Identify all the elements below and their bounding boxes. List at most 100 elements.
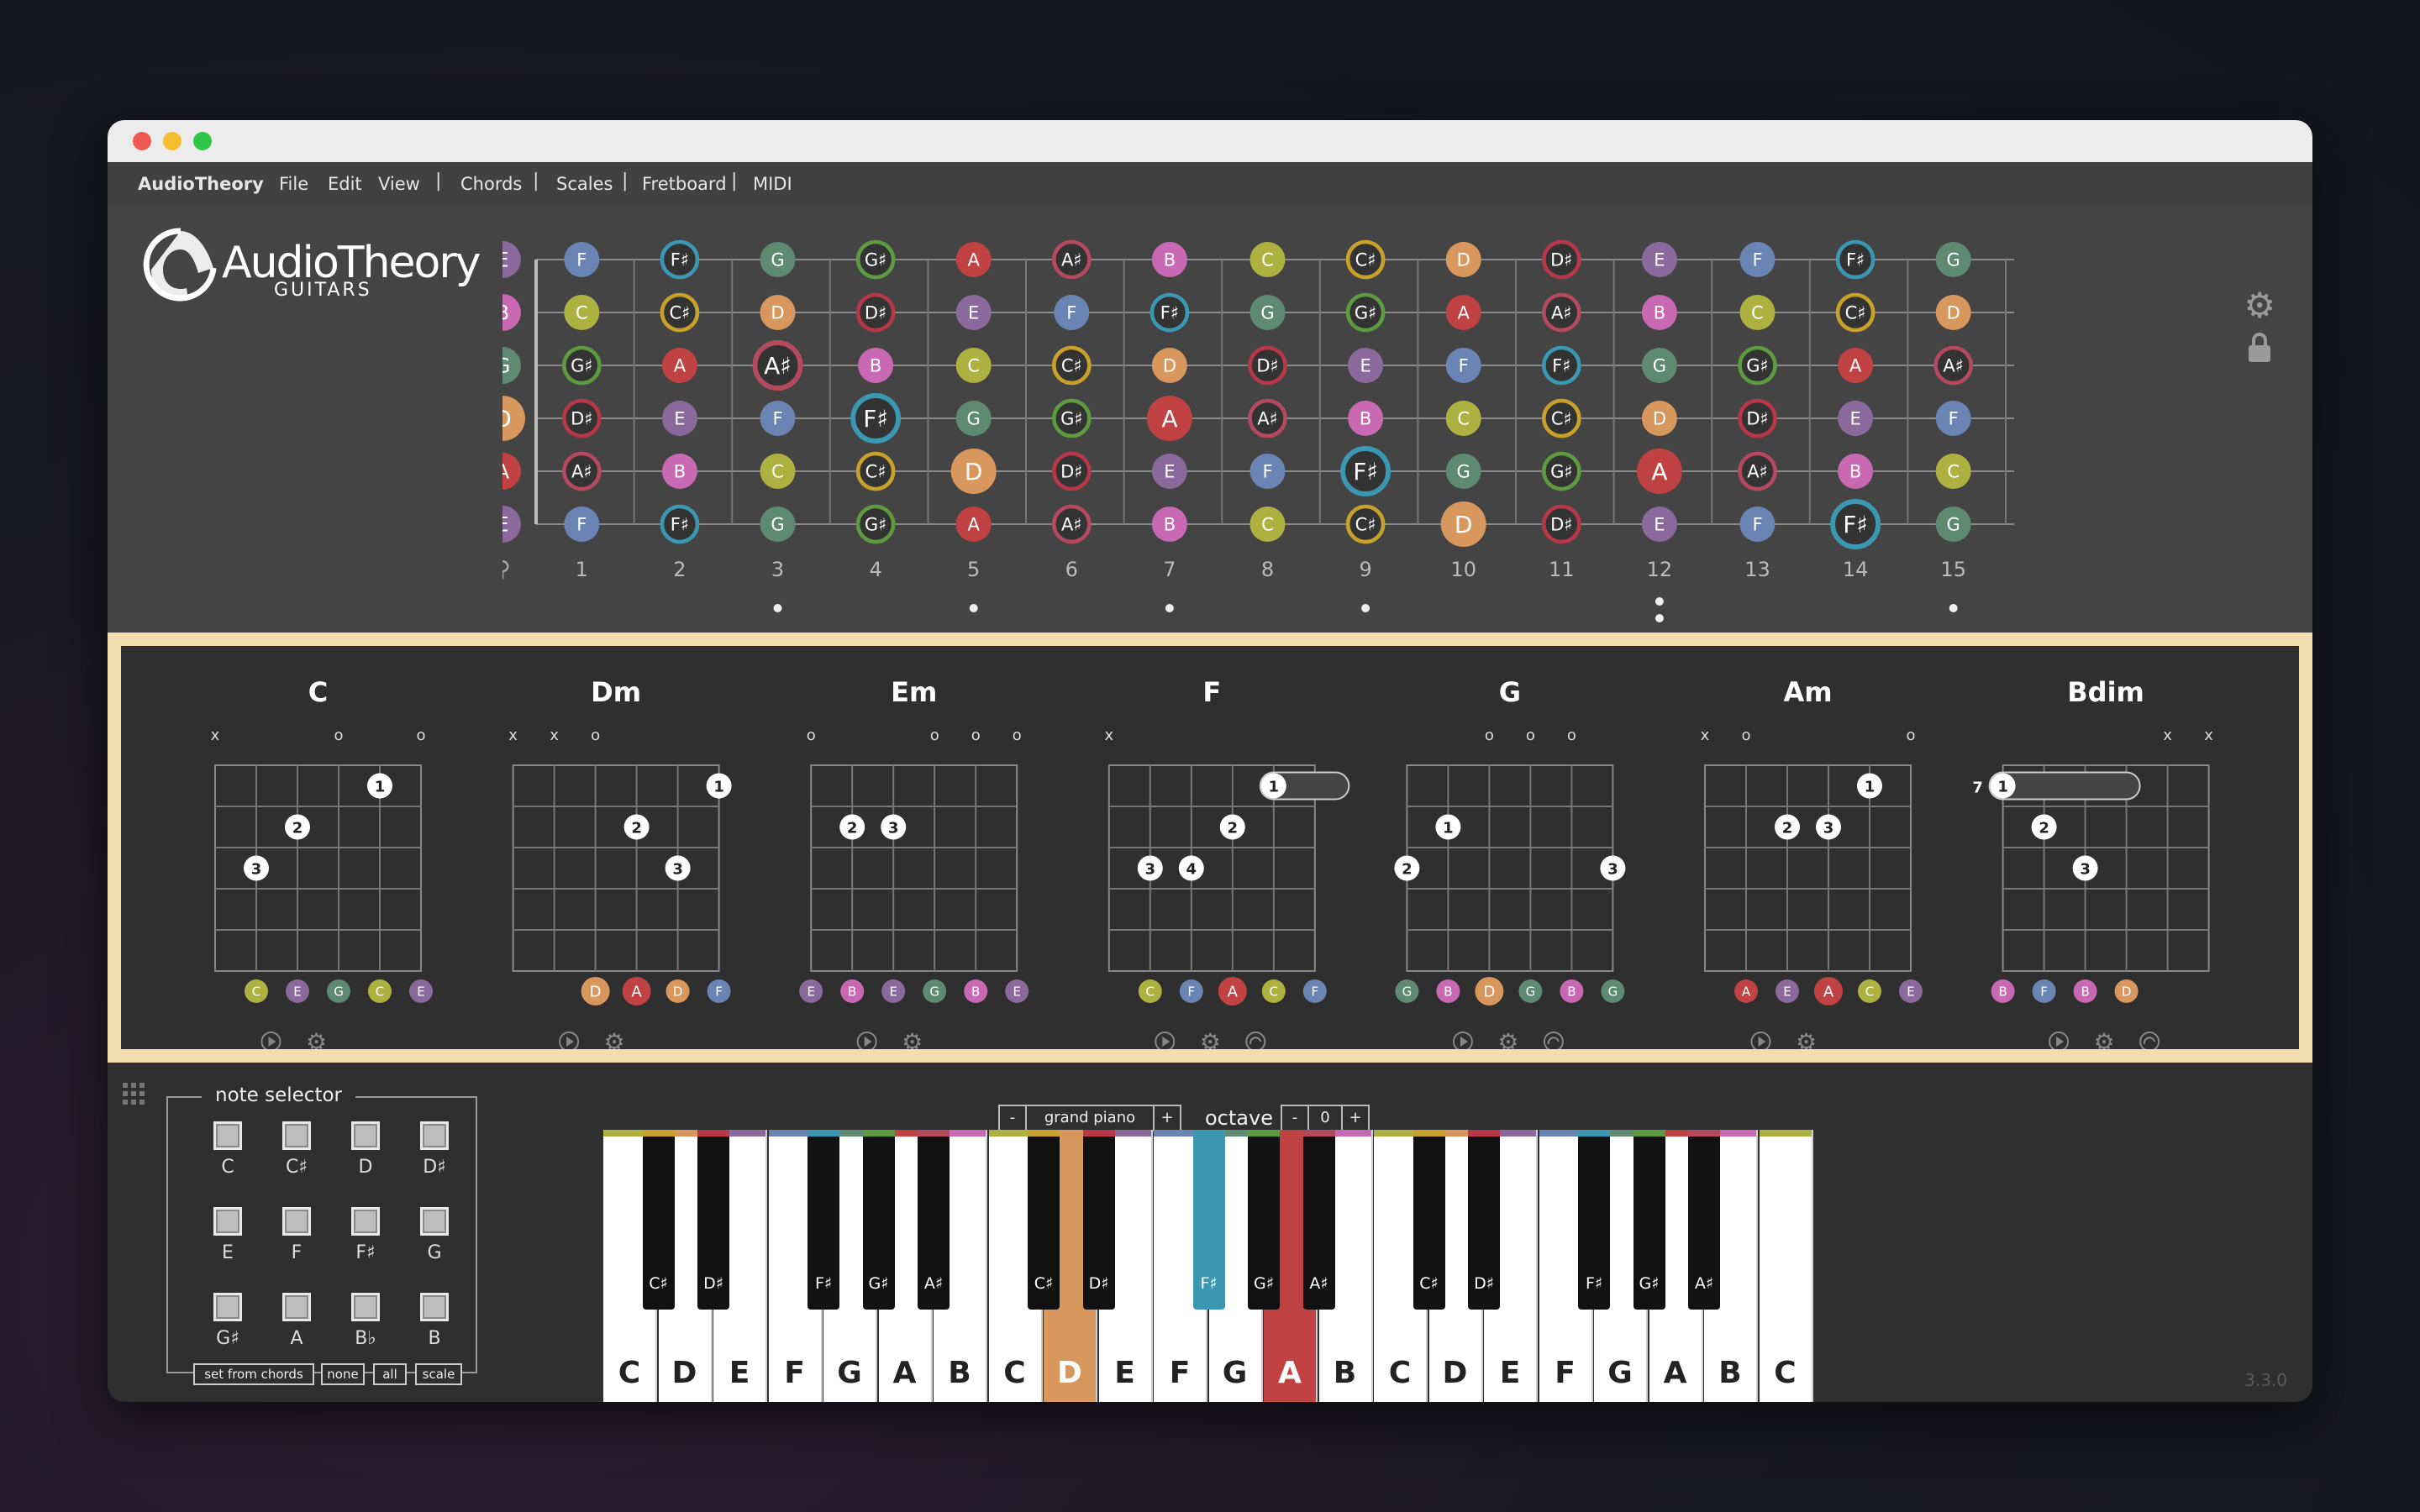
black-key[interactable]: C♯ [1028,1130,1060,1310]
fret-note[interactable]: A♯ [1541,292,1581,333]
chord-settings-icon[interactable]: ⚙ [1796,1028,1817,1056]
chord-card-em[interactable]: Em o o o o 2 3 E B E G B E ⚙ [799,676,1029,1056]
fret-note[interactable]: F♯ [1340,446,1392,496]
fret-note[interactable]: C♯ [855,451,896,491]
fret-note[interactable]: C [760,454,796,489]
fret-note[interactable]: B [661,454,697,489]
note-checkbox[interactable] [420,1207,449,1236]
fret-note[interactable]: E [1838,401,1874,436]
chord-card-g[interactable]: Go o o 2 1 3 G B D G B G ⚙ [1394,676,1626,1056]
menu-scales[interactable]: Scales [556,174,613,194]
fret-note[interactable]: D [1151,348,1187,383]
fret-note[interactable]: D [950,449,997,494]
fret-note[interactable]: B [1641,295,1677,330]
menu-fretboard[interactable]: Fretboard [642,174,727,194]
fret-note[interactable]: B [1838,454,1874,489]
fret-note[interactable]: D [1445,242,1481,277]
fret-note[interactable]: D [1641,401,1677,436]
fret-note[interactable]: D [1935,295,1971,330]
select-none-button[interactable]: none [321,1363,365,1385]
fret-note[interactable]: C♯ [1345,504,1386,544]
black-key[interactable]: G♯ [1248,1130,1280,1310]
menu-midi[interactable]: MIDI [753,174,792,194]
fret-note[interactable]: F [1739,242,1776,277]
chord-settings-icon[interactable]: ⚙ [1200,1028,1221,1056]
white-key[interactable]: C [1759,1130,1813,1402]
close-window-button[interactable] [133,132,151,150]
fret-note[interactable]: B [1348,401,1384,436]
zoom-window-button[interactable] [193,132,212,150]
fret-note[interactable]: D [1440,501,1486,547]
tuning-icon[interactable]: ⚲ [502,557,511,582]
chord-card-dm[interactable]: Dm x x o 1 2 3 D A D F ⚙ [508,676,732,1056]
black-key[interactable]: C♯ [1413,1130,1445,1310]
fret-note[interactable]: C♯ [1051,345,1092,386]
black-key[interactable]: A♯ [1688,1130,1720,1310]
black-key[interactable]: C♯ [642,1130,675,1310]
fret-note[interactable]: E [661,401,697,436]
play-button[interactable] [1452,1032,1473,1052]
fret-note[interactable]: A [1445,295,1481,330]
fret-note[interactable]: A♯ [752,340,803,391]
fret-note[interactable]: G [760,242,796,277]
fret-note[interactable]: G♯ [855,504,896,544]
instrument-select[interactable]: grand piano [1025,1105,1155,1131]
menu-edit[interactable]: Edit [328,174,362,194]
chord-settings-icon[interactable]: ⚙ [306,1028,327,1056]
fret-note[interactable]: C [1249,507,1286,542]
note-checkbox[interactable] [213,1293,242,1321]
fret-note[interactable]: G♯ [1051,398,1092,438]
fret-note[interactable]: C [1739,295,1776,330]
fret-note[interactable]: E [1641,242,1677,277]
note-checkbox[interactable] [351,1121,380,1150]
loop-button[interactable] [1543,1032,1564,1052]
gear-icon[interactable]: ⚙ [2244,285,2275,326]
fret-note[interactable]: D♯ [855,292,896,333]
fretboard[interactable]: E B G D A E F F♯ G G♯ A A♯ B C C♯ D D♯ E F F♯ G C C♯ D D♯ E F F♯ G G♯… [502,206,2032,626]
fret-note[interactable]: C [564,295,600,330]
fret-note[interactable]: F♯ [660,239,700,280]
fret-note[interactable]: A♯ [1738,451,1777,491]
fret-note[interactable]: G [1445,454,1481,489]
note-checkbox[interactable] [282,1293,311,1321]
fret-note[interactable]: F [1249,454,1286,489]
fret-note[interactable]: E [1641,507,1677,542]
fret-note[interactable]: A [1146,396,1192,441]
play-button[interactable] [2049,1032,2070,1052]
open-string-note[interactable]: E [502,506,521,543]
fret-note[interactable]: D♯ [1541,239,1581,280]
note-checkbox[interactable] [351,1293,380,1321]
fret-note[interactable]: F♯ [1830,499,1881,549]
fret-note[interactable]: G [1935,242,1971,277]
fret-note[interactable]: D♯ [561,398,602,438]
play-button[interactable] [559,1032,580,1052]
note-checkbox[interactable] [282,1207,311,1236]
fret-note[interactable]: B [1151,507,1187,542]
black-key[interactable]: D♯ [697,1130,729,1310]
loop-button[interactable] [1245,1032,1266,1052]
fret-note[interactable]: C [1249,242,1286,277]
chord-card-f[interactable]: Fx 1 2 3 4 C F A C F ⚙ [1104,676,1350,1056]
fret-note[interactable]: G♯ [561,345,602,386]
note-checkbox[interactable] [420,1121,449,1150]
fret-note[interactable]: D♯ [1738,398,1777,438]
black-key[interactable]: D♯ [1468,1130,1500,1310]
open-string-note[interactable]: D [502,396,525,441]
fret-note[interactable]: G [760,507,796,542]
fret-note[interactable]: A♯ [561,451,602,491]
fret-note[interactable]: B [1151,242,1187,277]
minimize-window-button[interactable] [163,132,182,150]
fret-note[interactable]: D♯ [1051,451,1092,491]
note-checkbox[interactable] [282,1121,311,1150]
fret-note[interactable]: F♯ [1150,292,1190,333]
fret-note[interactable]: C [955,348,992,383]
note-checkbox[interactable] [213,1207,242,1236]
black-key[interactable]: F♯ [808,1130,839,1310]
fret-note[interactable]: G♯ [1345,292,1386,333]
fret-note[interactable]: C [1935,454,1971,489]
black-key[interactable]: D♯ [1082,1130,1115,1310]
fret-note[interactable]: F [1054,295,1090,330]
fret-note[interactable]: F [1935,401,1971,436]
set-from-chords-button[interactable]: set from chords [193,1363,314,1385]
play-button[interactable] [260,1032,281,1052]
